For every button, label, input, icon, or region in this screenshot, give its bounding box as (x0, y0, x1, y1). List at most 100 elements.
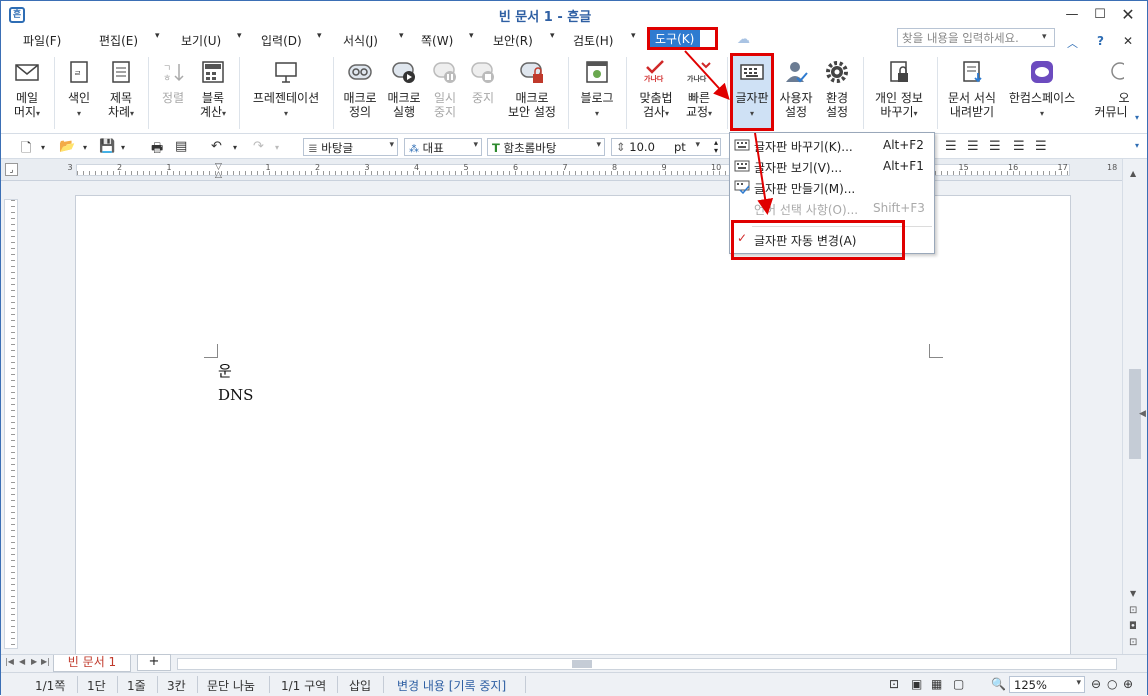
undo-arrow-icon[interactable]: ▾ (233, 143, 237, 152)
menu-file[interactable]: 파일(F) (23, 32, 61, 49)
menu-edit[interactable]: 편집(E) (99, 32, 138, 49)
align-left-icon[interactable]: ☰ (945, 139, 957, 154)
ribbon-more-icon[interactable]: ▾ (1135, 113, 1139, 122)
vertical-scrollbar[interactable]: ▲ ◀ ▼ ⊡ ◘ ⊡ (1122, 159, 1147, 654)
ruler-toggle-icon[interactable]: ⌟ (5, 163, 18, 176)
align-distribute-icon[interactable]: ☰ (1035, 139, 1047, 154)
menu-page[interactable]: 쪽(W) (421, 32, 453, 49)
print-icon[interactable]: 🖶 (151, 139, 163, 161)
next-page-icon[interactable]: ⊡ (1129, 637, 1137, 648)
macro-pause-button[interactable]: 일시 중지 (423, 55, 467, 119)
prev-page-icon[interactable]: ⊡ (1129, 605, 1137, 616)
font-select[interactable]: T 함초롬바탕 ▾ (487, 138, 605, 156)
macro-security-button[interactable]: 매크로 보안 설정 (503, 55, 561, 119)
presentation-button[interactable]: 프레젠테이션 ▾ (245, 55, 327, 121)
search-arrow-icon[interactable]: ▾ (1042, 32, 1047, 42)
tab-next-icon[interactable]: ▶ (31, 657, 37, 666)
h-scroll-thumb[interactable] (572, 660, 592, 668)
mail-merge-button[interactable]: 메일 머지▾ (5, 55, 49, 121)
new-arrow-icon[interactable]: ▾ (41, 143, 45, 152)
macro-stop-button[interactable]: 중지 (463, 55, 503, 105)
menu-view-arrow-icon[interactable]: ▾ (237, 31, 242, 41)
zoom-select[interactable]: 125% ▾ (1009, 676, 1085, 693)
scroll-down-icon[interactable]: ▼ (1130, 589, 1136, 598)
macro-define-button[interactable]: 매크로 정의 (337, 55, 383, 119)
size-spinner-icon[interactable]: ▴ ▾ (714, 139, 718, 155)
align-justify-icon[interactable]: ☰ (1013, 139, 1025, 154)
menu-view[interactable]: 보기(U) (181, 32, 221, 49)
hancom-space-button[interactable]: 한컴스페이스 ▾ (1003, 55, 1081, 121)
zoom-in-icon[interactable]: ⊕ (1123, 677, 1133, 691)
toc-button[interactable]: 제목 차례▾ (101, 55, 141, 121)
open-arrow-icon[interactable]: ▾ (83, 143, 87, 152)
close-icon[interactable]: ✕ (1115, 5, 1141, 25)
menu-item-create-keyboard[interactable]: 글자판 만들기(M)... (730, 177, 934, 198)
new-document-icon[interactable]: 🗋 (21, 139, 31, 161)
status-insert-mode[interactable]: 삽입 (349, 677, 371, 694)
document-text-line[interactable]: DNS (218, 386, 253, 404)
horizontal-scrollbar[interactable] (177, 658, 1117, 670)
blog-button[interactable]: 블로그 ▾ (574, 55, 620, 121)
env-settings-button[interactable]: 환경 설정 (817, 55, 857, 119)
download-form-button[interactable]: 문서 서식 내려받기 (941, 55, 1003, 119)
save-icon[interactable]: 💾 (99, 139, 115, 154)
status-track-changes[interactable]: 변경 내용 [기록 중지] (397, 677, 506, 694)
sort-button[interactable]: ㄱㅎ 정렬 (153, 55, 193, 105)
tab-prev-icon[interactable]: ◀ (19, 657, 25, 666)
block-calc-button[interactable]: 블록 계산▾ (193, 55, 233, 121)
tab-last-icon[interactable]: ▶| (41, 657, 50, 666)
menu-item-change-keyboard[interactable]: 글자판 바꾸기(K)... Alt+F2 (730, 135, 934, 156)
menu-item-view-keyboard[interactable]: 글자판 보기(V)... Alt+F1 (730, 156, 934, 177)
scroll-up-icon[interactable]: ▲ (1130, 169, 1136, 178)
redo-icon[interactable]: ↷ (253, 139, 264, 154)
menu-security-arrow-icon[interactable]: ▾ (550, 31, 555, 41)
doc-close-icon[interactable]: ✕ (1123, 34, 1133, 48)
document-text-line[interactable]: 운 (218, 360, 232, 381)
font-size-input[interactable]: ⇕ 10.0 pt ▾ ▴ ▾ (611, 138, 721, 156)
menu-page-arrow-icon[interactable]: ▾ (469, 31, 474, 41)
menu-review[interactable]: 검토(H) (573, 32, 613, 49)
style-select[interactable]: ≣ 바탕글 ▾ (303, 138, 398, 156)
ribbon-collapse-icon[interactable]: ︿ (1067, 35, 1078, 51)
menu-insert[interactable]: 입력(D) (261, 32, 302, 49)
document-page[interactable]: 운 DNS (75, 195, 1071, 665)
cloud-icon[interactable]: ☁ (737, 32, 750, 47)
open-folder-icon[interactable]: 📂 (59, 139, 75, 154)
menu-item-language-options[interactable]: 언어 선택 사항(O)... Shift+F3 (730, 198, 934, 219)
redo-arrow-icon[interactable]: ▾ (275, 143, 279, 152)
page-jump-icon[interactable]: ◘ (1129, 621, 1137, 632)
community-button[interactable]: 오 커뮤니 (1091, 55, 1131, 119)
quick-fix-button[interactable]: 가나다 빠른 교정▾ (677, 55, 721, 121)
menu-format[interactable]: 서식(J) (343, 32, 378, 49)
user-settings-button[interactable]: 사용자 설정 (775, 55, 817, 119)
toolbar-more-icon[interactable]: ▾ (1135, 141, 1139, 150)
search-input[interactable]: 찾을 내용을 입력하세요. (897, 28, 1055, 47)
save-arrow-icon[interactable]: ▾ (121, 143, 125, 152)
view-full-icon[interactable]: ▣ (911, 677, 922, 691)
zoom-search-icon[interactable]: 🔍 (991, 677, 1006, 691)
zoom-out-icon[interactable]: ⊖ (1091, 677, 1101, 691)
minimize-icon[interactable]: — (1059, 5, 1085, 25)
help-icon[interactable]: ? (1097, 34, 1104, 48)
maximize-icon[interactable]: ☐ (1087, 5, 1113, 25)
menu-review-arrow-icon[interactable]: ▾ (631, 31, 636, 41)
macro-run-button[interactable]: 매크로 실행 (381, 55, 427, 119)
align-right-icon[interactable]: ☰ (989, 139, 1001, 154)
zoom-slider-icon[interactable]: ○ (1107, 677, 1117, 691)
menu-format-arrow-icon[interactable]: ▾ (399, 31, 404, 41)
hanging-indent-icon[interactable]: △ (215, 170, 222, 180)
menu-insert-arrow-icon[interactable]: ▾ (317, 31, 322, 41)
add-tab-button[interactable]: + (137, 654, 171, 671)
view-web-icon[interactable]: ▢ (953, 677, 964, 691)
vertical-ruler[interactable] (4, 199, 18, 649)
side-panel-toggle-icon[interactable]: ◀ (1139, 409, 1146, 419)
privacy-button[interactable]: 개인 정보 바꾸기▾ (867, 55, 931, 121)
tab-first-icon[interactable]: |◀ (5, 657, 14, 666)
menu-security[interactable]: 보안(R) (493, 32, 533, 49)
tab-document-1[interactable]: 빈 문서 1 (53, 655, 131, 672)
spell-check-button[interactable]: 가나다 맞춤법 검사▾ (631, 55, 681, 121)
view-page-icon[interactable]: ⊡ (889, 677, 899, 691)
align-center-icon[interactable]: ☰ (967, 139, 979, 154)
index-button[interactable]: ㄹ 색인 ▾ (59, 55, 99, 121)
menu-edit-arrow-icon[interactable]: ▾ (155, 31, 160, 41)
